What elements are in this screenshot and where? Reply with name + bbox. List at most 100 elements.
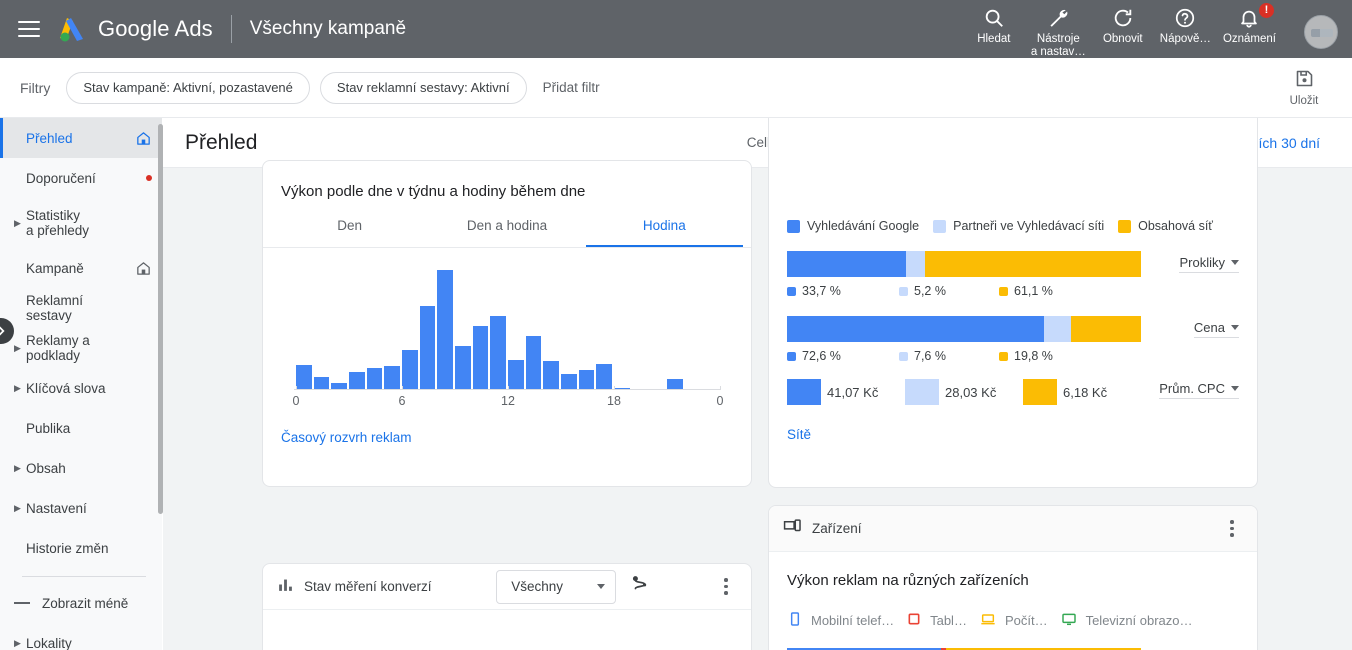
- sidebar-item-label: Reklamy a podklady: [26, 333, 90, 363]
- header-divider: [230, 15, 232, 43]
- mobile-phone-icon: [787, 611, 803, 630]
- hour-bar[interactable]: [578, 369, 595, 390]
- sidebar-item-reklamy-a-podklady[interactable]: ▶ Reklamy a podklady: [0, 328, 162, 368]
- sidebar-item-label: Lokality: [26, 635, 72, 650]
- conversion-path-icon[interactable]: [630, 574, 650, 599]
- sidebar-item-klicova-slova[interactable]: ▶ Klíčová slova: [0, 368, 162, 408]
- hour-bar[interactable]: [561, 374, 577, 390]
- bar-segment-search-partners: [1044, 316, 1071, 342]
- cpc-google: 41,07 Kč: [787, 379, 905, 405]
- chevron-right-icon: ▶: [14, 462, 21, 473]
- recommendation-dot-icon: [132, 175, 152, 181]
- save-button[interactable]: Uložit: [1272, 68, 1336, 107]
- pct-swatch: [999, 351, 1008, 361]
- tools-button[interactable]: Nástroje a nastav…: [1025, 5, 1092, 59]
- legend-label: Obsahová síť: [1138, 219, 1213, 233]
- clicks-percentages: 33,7 % 5,2 % 61,1 %: [787, 284, 1141, 304]
- devices-card-header: Zařízení: [769, 506, 1257, 552]
- bar-segment-google-search: [787, 316, 1044, 342]
- filter-chip-adgroup-status[interactable]: Stav reklamní sestavy: Aktivní: [319, 71, 527, 104]
- hour-axis-ticks: 0 6 12 18 0: [281, 386, 733, 412]
- sidebar-item-lokality[interactable]: ▶ Lokality: [0, 623, 162, 650]
- hour-bar[interactable]: [490, 315, 507, 390]
- show-less-button[interactable]: Zobrazit méně: [0, 583, 162, 623]
- hour-bar[interactable]: [543, 361, 560, 390]
- pct-value: 72,6 %: [802, 349, 841, 363]
- devices-card: Zařízení Výkon reklam na různých zařízen…: [768, 505, 1258, 650]
- cpc-partners: 28,03 Kč: [905, 379, 1023, 405]
- sidebar-item-prehled[interactable]: Přehled: [0, 118, 162, 158]
- add-filter-button[interactable]: Přidat filtr: [543, 80, 600, 95]
- conversion-status-card: Stav měření konverzí Všechny: [262, 563, 752, 650]
- chevron-down-icon: [1231, 386, 1239, 391]
- hour-card-title: Výkon podle dne v týdnu a hodiny během d…: [281, 183, 586, 200]
- cost-metric-selector[interactable]: Cena: [1193, 320, 1239, 338]
- sidebar-item-reklamni-sestavy[interactable]: Reklamní sestavy: [0, 288, 162, 328]
- filter-chip-campaign-status[interactable]: Stav kampaně: Aktivní, pozastavené: [66, 71, 310, 104]
- hour-bar[interactable]: [419, 306, 436, 390]
- sidebar-item-kampane[interactable]: Kampaně: [0, 248, 162, 288]
- sidebar-item-publika[interactable]: Publika: [0, 408, 162, 448]
- more-options-icon[interactable]: [1221, 520, 1243, 537]
- notifications-label: Oznámení: [1222, 33, 1276, 45]
- avatar[interactable]: [1304, 14, 1338, 49]
- hour-bar[interactable]: [508, 360, 524, 390]
- sidebar-item-label: Klíčová slova: [26, 380, 106, 396]
- bar-segment-google-search: [787, 251, 907, 277]
- hour-bar[interactable]: [437, 270, 454, 390]
- clicks-metric-selector[interactable]: Prokliky: [1179, 255, 1239, 273]
- more-options-icon[interactable]: [715, 578, 737, 595]
- save-floppy-icon: [1294, 68, 1315, 94]
- networks-link[interactable]: Sítě: [769, 405, 811, 442]
- tab-den-a-hodina[interactable]: Den a hodina: [428, 218, 585, 247]
- hour-bar[interactable]: [366, 368, 383, 390]
- chevron-right-icon: ▶: [14, 382, 21, 393]
- sidebar-item-nastaveni[interactable]: ▶ Nastavení: [0, 488, 162, 528]
- sidebar-item-label: Doporučení: [26, 170, 96, 186]
- ad-schedule-link[interactable]: Časový rozvrh reklam: [263, 412, 412, 445]
- clicks-stacked-bar: [787, 251, 1141, 277]
- chevron-right-icon: ▶: [14, 342, 21, 353]
- hour-bar[interactable]: [384, 366, 401, 390]
- tab-den[interactable]: Den: [271, 218, 428, 247]
- conversion-scope-select[interactable]: Všechny: [496, 569, 617, 604]
- cost-stacked-bar: [787, 316, 1141, 342]
- networks-card: Vyhledávání Google Partneři ve Vyhledáva…: [768, 118, 1258, 488]
- cpc-value: 41,07 Kč: [827, 384, 879, 400]
- refresh-button[interactable]: Obnovit: [1092, 5, 1154, 46]
- bar-segment-display-network: [1070, 316, 1141, 342]
- top-actions: Hledat Nástroje a nastav… Obnovit Nápově…: [963, 0, 1352, 58]
- cpc-metric-selector[interactable]: Prům. CPC: [1159, 381, 1239, 399]
- sidebar-item-doporuceni[interactable]: Doporučení: [0, 158, 162, 198]
- sidebar-item-label: Statistiky a přehledy: [26, 208, 90, 238]
- search-label: Hledat: [977, 33, 1011, 45]
- clicks-metric-label: Prokliky: [1179, 255, 1225, 270]
- axis-tick-label: 6: [398, 394, 406, 408]
- sidebar-nav: Přehled Doporučení ▶ Statistiky a přehle…: [0, 118, 162, 650]
- sidebar-item-obsah[interactable]: ▶ Obsah: [0, 448, 162, 488]
- pct-swatch: [899, 351, 908, 361]
- legend-item-mobile: Mobilní telef…: [787, 611, 894, 630]
- legend-swatch: [1118, 219, 1132, 233]
- hour-bar[interactable]: [472, 326, 489, 390]
- notifications-button[interactable]: ! Oznámení: [1217, 3, 1282, 46]
- hour-bar-chart: [281, 270, 733, 390]
- hour-bar[interactable]: [402, 350, 418, 390]
- hour-bar[interactable]: [296, 364, 312, 390]
- hour-bar[interactable]: [349, 372, 365, 390]
- bar-chart-icon: [277, 576, 294, 598]
- pct-value: 33,7 %: [802, 284, 841, 298]
- help-button[interactable]: Nápově…: [1154, 5, 1217, 46]
- hour-bar[interactable]: [525, 336, 542, 390]
- hamburger-menu-icon[interactable]: [18, 21, 40, 37]
- hour-bar[interactable]: [596, 363, 613, 390]
- sidebar-item-statistiky[interactable]: ▶ Statistiky a přehledy: [0, 198, 162, 248]
- sidebar-item-historie-zmen[interactable]: Historie změn: [0, 528, 162, 568]
- hour-bar[interactable]: [455, 345, 471, 390]
- bar-segment-search-partners: [906, 251, 925, 277]
- tab-hodina[interactable]: Hodina: [585, 218, 743, 247]
- google-ads-overview-page: Google Ads Všechny kampaně Hledat Nástro…: [0, 0, 1352, 650]
- search-button[interactable]: Hledat: [963, 5, 1025, 46]
- axis-tick-label: 18: [607, 394, 621, 408]
- help-question-icon: [1174, 5, 1196, 31]
